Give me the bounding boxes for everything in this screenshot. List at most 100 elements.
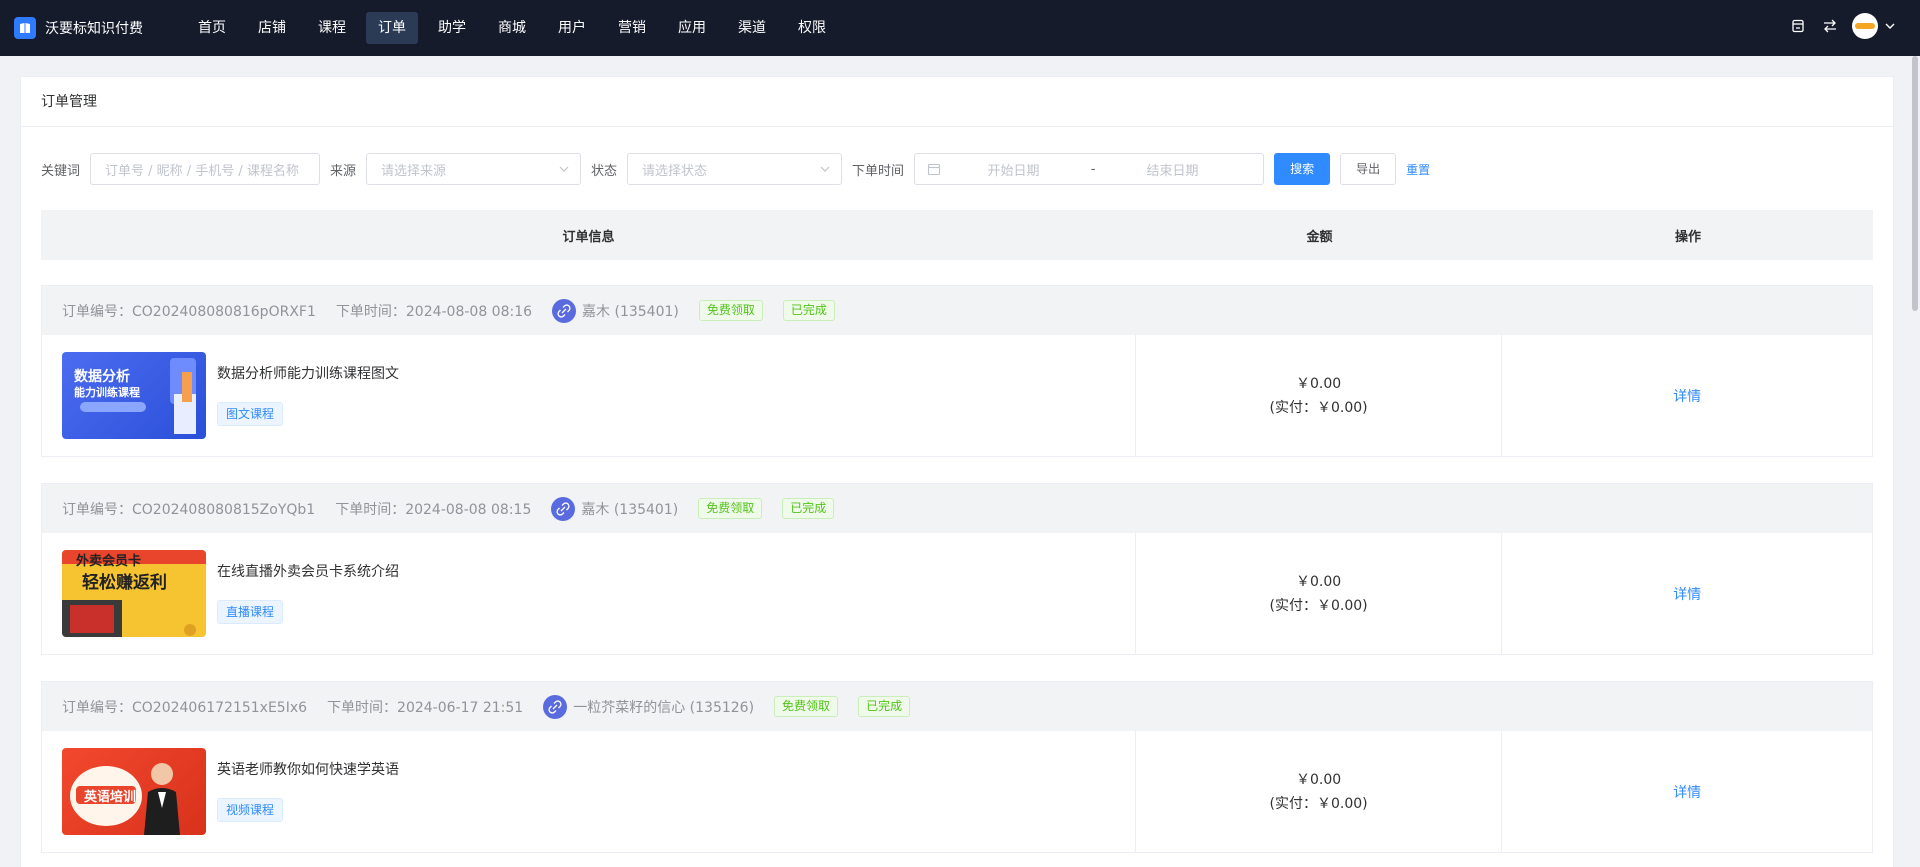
amount: ￥0.00 [1296, 574, 1342, 590]
course-thumbnail[interactable]: 外卖会员卡 轻松赚返利 [62, 550, 206, 637]
avatar[interactable] [1852, 13, 1878, 39]
source-select[interactable]: 请选择来源 [366, 153, 582, 185]
order-card: 订单编号：CO202406172151xE5Ix6 下单时间：2024-06-1… [41, 681, 1873, 853]
nav-item-home[interactable]: 首页 [186, 12, 238, 44]
store-icon[interactable] [1788, 16, 1808, 36]
order-info-cell: 英语培训 英语老师教你如何快速学英语 视频课程 [42, 731, 1136, 853]
start-date-placeholder: 开始日期 [987, 163, 1040, 179]
nav-item-mall[interactable]: 商城 [486, 12, 538, 44]
course-thumbnail[interactable]: 英语培训 [62, 748, 206, 835]
link-icon [552, 298, 577, 323]
order-user[interactable]: 嘉木 (135401) [551, 496, 679, 521]
order-time: 下单时间：2024-08-08 08:16 [335, 303, 533, 320]
brand-name: 沃要标知识付费 [45, 21, 143, 37]
date-range-picker[interactable]: 开始日期 - 结束日期 [914, 153, 1265, 185]
export-button[interactable]: 导出 [1340, 153, 1397, 185]
table-header: 订单信息 金额 操作 [41, 210, 1873, 260]
course-type-badge: 直播课程 [217, 600, 284, 624]
page-title: 订单管理 [21, 77, 1893, 127]
free-tag: 免费领取 [698, 300, 763, 321]
order-header: 订单编号：CO202408080816pORXF1 下单时间：2024-08-0… [42, 286, 1872, 335]
source-placeholder: 请选择来源 [381, 163, 447, 179]
col-order-info: 订单信息 [562, 229, 615, 245]
nav-item-permissions[interactable]: 权限 [786, 12, 838, 44]
paid-amount: (实付：￥0.00) [1269, 400, 1368, 416]
order-card: 订单编号：CO202408080816pORXF1 下单时间：2024-08-0… [41, 285, 1873, 457]
nav-item-users[interactable]: 用户 [546, 12, 598, 44]
course-title[interactable]: 英语老师教你如何快速学英语 [217, 759, 399, 779]
paid-amount: (实付：￥0.00) [1269, 598, 1368, 614]
amount-cell: ￥0.00 (实付：￥0.00) [1136, 533, 1503, 655]
top-navbar: 沃要标知识付费 首页 店铺 课程 订单 助学 商城 用户 营销 应用 渠道 权限 [0, 0, 1920, 56]
order-user[interactable]: 嘉木 (135401) [552, 298, 679, 323]
chevron-down-icon [820, 166, 830, 172]
order-body: 外卖会员卡 轻松赚返利 在线直播外卖会员卡系统介绍 直播课程 ￥0.00 (实付… [42, 533, 1872, 655]
order-management-panel: 订单管理 关键词 订单号 / 昵称 / 手机号 / 课程名称 来源 请选择来源 … [20, 76, 1894, 867]
thumb-title: 数据分析 [74, 369, 130, 385]
detail-link[interactable]: 详情 [1673, 782, 1701, 802]
order-number: 订单编号：CO202408080816pORXF1 [62, 303, 316, 320]
amount-cell: ￥0.00 (实付：￥0.00) [1136, 335, 1503, 457]
chevron-down-icon[interactable] [1882, 18, 1898, 34]
detail-link[interactable]: 详情 [1673, 386, 1701, 406]
free-tag: 免费领取 [698, 498, 763, 519]
user-name: 嘉木 (135401) [581, 501, 679, 518]
course-thumbnail[interactable]: 数据分析 能力训练课程 [62, 352, 206, 439]
book-icon [14, 17, 36, 39]
brand[interactable]: 沃要标知识付费 [14, 17, 143, 39]
main-nav: 首页 店铺 课程 订单 助学 商城 用户 营销 应用 渠道 权限 [186, 12, 846, 44]
order-time: 下单时间：2024-08-08 08:15 [335, 501, 532, 518]
page-scrollbar[interactable] [1910, 56, 1920, 867]
user-name: 一粒芥菜籽的信心 (135126) [573, 699, 755, 716]
order-user[interactable]: 一粒芥菜籽的信心 (135126) [543, 694, 755, 719]
scrollbar-thumb[interactable] [1912, 56, 1918, 311]
course-type-badge: 视频课程 [217, 798, 284, 822]
col-amount: 金额 [1306, 229, 1333, 245]
keyword-input[interactable]: 订单号 / 昵称 / 手机号 / 课程名称 [90, 153, 321, 185]
link-icon [543, 694, 568, 719]
order-header: 订单编号：CO202408080815ZoYQb1 下单时间：2024-08-0… [42, 484, 1872, 533]
ops-cell: 详情 [1502, 731, 1872, 853]
switch-icon[interactable] [1820, 16, 1840, 36]
end-date-placeholder: 结束日期 [1146, 163, 1199, 179]
nav-item-shop[interactable]: 店铺 [246, 12, 298, 44]
paid-amount: (实付：￥0.00) [1269, 796, 1368, 812]
source-label: 来源 [330, 163, 357, 179]
status-select[interactable]: 请选择状态 [627, 153, 843, 185]
status-badge: 已完成 [858, 696, 911, 717]
reset-button[interactable]: 重置 [1406, 161, 1430, 178]
detail-link[interactable]: 详情 [1673, 584, 1701, 604]
nav-item-channels[interactable]: 渠道 [726, 12, 778, 44]
status-placeholder: 请选择状态 [642, 163, 708, 179]
top-right-tools [1776, 13, 1898, 39]
thumb-subtitle: 能力训练课程 [74, 386, 140, 399]
order-body: 英语培训 英语老师教你如何快速学英语 视频课程 ￥0.00 (实付：￥0.00)… [42, 731, 1872, 853]
order-card: 订单编号：CO202408080815ZoYQb1 下单时间：2024-08-0… [41, 483, 1873, 655]
nav-item-study[interactable]: 助学 [426, 12, 478, 44]
link-icon [551, 496, 576, 521]
nav-item-courses[interactable]: 课程 [306, 12, 358, 44]
order-info-cell: 数据分析 能力训练课程 数据分析师能力训练课程图文 图文课程 [42, 335, 1136, 457]
search-button[interactable]: 搜索 [1274, 153, 1331, 185]
order-header: 订单编号：CO202406172151xE5Ix6 下单时间：2024-06-1… [42, 682, 1872, 731]
nav-item-marketing[interactable]: 营销 [606, 12, 658, 44]
thumb-title: 英语培训 [84, 790, 137, 805]
amount-cell: ￥0.00 (实付：￥0.00) [1136, 731, 1503, 853]
thumb-title: 外卖会员卡 [76, 554, 142, 569]
free-tag: 免费领取 [774, 696, 839, 717]
nav-item-orders[interactable]: 订单 [366, 12, 418, 44]
order-number: 订单编号：CO202406172151xE5Ix6 [62, 699, 308, 716]
order-body: 数据分析 能力训练课程 数据分析师能力训练课程图文 图文课程 ￥0.00 (实付… [42, 335, 1872, 457]
order-time-label: 下单时间 [852, 163, 905, 179]
status-label: 状态 [591, 163, 618, 179]
chevron-down-icon [559, 166, 569, 172]
col-ops: 操作 [1674, 229, 1701, 245]
order-number: 订单编号：CO202408080815ZoYQb1 [62, 501, 316, 518]
course-title[interactable]: 数据分析师能力训练课程图文 [217, 363, 399, 383]
nav-item-apps[interactable]: 应用 [666, 12, 718, 44]
course-title[interactable]: 在线直播外卖会员卡系统介绍 [217, 561, 399, 581]
status-badge: 已完成 [782, 300, 835, 321]
status-badge: 已完成 [782, 498, 835, 519]
filter-bar: 关键词 订单号 / 昵称 / 手机号 / 课程名称 来源 请选择来源 状态 请选… [41, 153, 1430, 185]
user-name: 嘉木 (135401) [582, 303, 679, 320]
